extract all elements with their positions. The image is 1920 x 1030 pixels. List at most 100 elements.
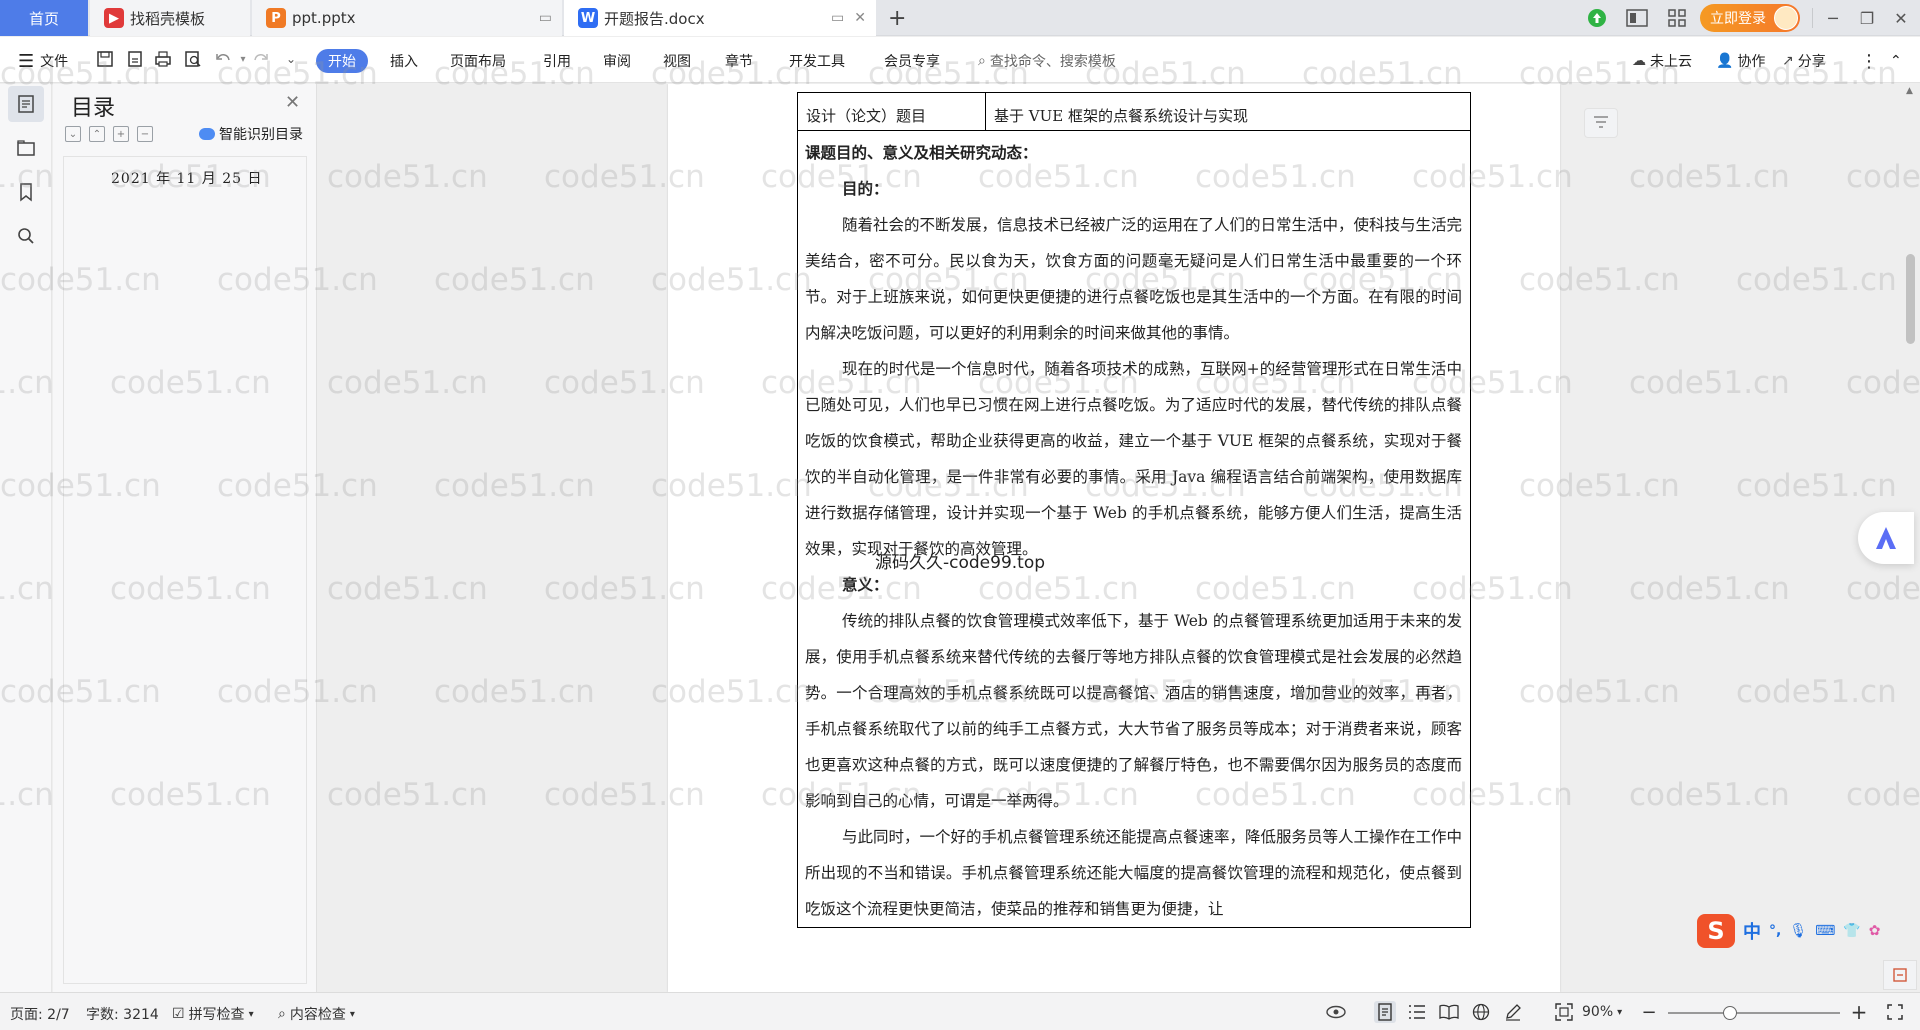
content-check-label: 内容检查 [289, 1007, 346, 1023]
redo-icon[interactable] [250, 48, 272, 70]
document-page[interactable]: 设计（论文）题目 基于 VUE 框架的点餐系统设计与实现 课题目的、意义及相关研… [668, 84, 1560, 992]
print-icon[interactable] [152, 48, 174, 70]
ime-punct[interactable]: °, [1769, 923, 1781, 939]
keyboard-icon[interactable]: ⌨ [1815, 923, 1835, 939]
menu-review[interactable]: 审阅 [603, 49, 631, 73]
page-indicator[interactable]: 页面: 2/7 [10, 1004, 70, 1024]
tab-monitor-icon[interactable]: ▭ [539, 10, 552, 26]
word-count-label: 字数: 3214 [86, 1007, 159, 1023]
page-view-icon[interactable] [1374, 1001, 1396, 1023]
smart-toc-button[interactable]: 智能识别目录 [199, 124, 303, 144]
scroll-thumb[interactable] [1906, 254, 1915, 344]
avatar [1774, 6, 1798, 30]
toc-remove-icon[interactable]: − [137, 126, 153, 142]
word-count[interactable]: 字数: 3214 [86, 1004, 159, 1024]
fit-page-icon[interactable] [1553, 1001, 1575, 1023]
purpose-paragraph: 随着社会的不断发展，信息技术已经被广泛的运用在了人们的日常生活中，使科技与生活完… [805, 216, 1463, 342]
title-label-cell: 设计（论文）题目 [798, 93, 986, 130]
collapse-ribbon-icon[interactable]: ⌃ [1890, 49, 1902, 73]
toc-close-icon[interactable]: ✕ [285, 92, 300, 113]
toc-collapse-icon[interactable]: ⌄ [65, 126, 81, 142]
chapter-nav-icon[interactable] [8, 130, 44, 166]
sogou-icon[interactable]: S [1697, 914, 1735, 948]
quick-access-more-icon[interactable]: ⌄ [280, 48, 302, 70]
menu-label: 插入 [390, 54, 418, 70]
ime-apps-icon[interactable]: ✿ [1869, 923, 1881, 939]
fullscreen-icon[interactable] [1884, 1001, 1906, 1023]
tab-report-docx[interactable]: W 开题报告.docx ▭ ✕ [564, 0, 876, 36]
restore-icon[interactable]: ❐ [1848, 0, 1886, 36]
print-preview-icon[interactable] [182, 48, 204, 70]
menu-start[interactable]: 开始 [316, 49, 368, 73]
menu-references[interactable]: 引用 [543, 49, 571, 73]
tab-docer-templates[interactable]: ▶ 找稻壳模板 [90, 0, 250, 36]
zoom-slider-thumb[interactable] [1722, 1006, 1737, 1020]
title-row: 设计（论文）题目 基于 VUE 框架的点餐系统设计与实现 [798, 93, 1470, 131]
command-search-placeholder: 查找命令、搜索模板 [989, 54, 1116, 70]
apps-grid-icon[interactable] [1658, 0, 1696, 36]
spell-label: 拼写检查 [188, 1007, 245, 1023]
collab-label: 协作 [1737, 54, 1766, 70]
menu-member[interactable]: 会员专享 [884, 49, 940, 73]
share-button[interactable]: ↗ 分享 [1782, 49, 1826, 73]
zoom-in-icon[interactable]: + [1848, 1000, 1870, 1024]
section-heading: 课题目的、意义及相关研究动态： [805, 143, 1038, 162]
toc-title: 目录 [71, 96, 116, 121]
zoom-dropdown[interactable]: 90% ▾ [1582, 1004, 1622, 1020]
tab-close-icon[interactable]: ✕ [854, 10, 866, 26]
export-pdf-icon[interactable] [124, 48, 146, 70]
undo-icon[interactable] [212, 48, 234, 70]
microphone-icon[interactable]: 🎙 [1789, 923, 1807, 939]
toc-panel-icon[interactable] [8, 86, 44, 122]
toc-item[interactable]: 2021 年 11 月 25 日 [111, 168, 263, 188]
scroll-up-icon[interactable]: ▲ [1906, 86, 1913, 96]
find-icon[interactable] [8, 218, 44, 254]
spell-check-button[interactable]: ☑ 拼写检查 ▾ [172, 1004, 254, 1024]
window-layout-icon[interactable] [1618, 0, 1656, 36]
filter-icon[interactable] [1584, 108, 1618, 138]
menu-insert[interactable]: 插入 [390, 49, 418, 73]
tab-ppt[interactable]: P ppt.pptx ▭ [252, 0, 562, 36]
new-tab-button[interactable]: + [888, 0, 912, 36]
toc-add-icon[interactable]: + [113, 126, 129, 142]
share-label: 分享 [1797, 54, 1826, 70]
ai-assistant-icon[interactable] [1858, 512, 1914, 564]
navigation-rail [0, 84, 52, 992]
login-button[interactable]: 立即登录 [1700, 4, 1800, 32]
menu-view[interactable]: 视图 [663, 49, 691, 73]
eye-protection-icon[interactable] [1325, 1001, 1347, 1023]
bookmark-icon[interactable] [8, 174, 44, 210]
reading-view-icon[interactable] [1438, 1001, 1460, 1023]
hamburger-icon: ☰ [18, 50, 35, 72]
pen-mode-icon[interactable] [1502, 1001, 1524, 1023]
skin-icon[interactable]: 👕 [1843, 923, 1860, 939]
feedback-icon[interactable] [1883, 960, 1917, 990]
tab-monitor-icon[interactable]: ▭ [831, 10, 844, 26]
menu-page-layout[interactable]: 页面布局 [450, 49, 506, 73]
outline-view-icon[interactable] [1406, 1001, 1428, 1023]
zoom-label: 90% [1582, 1004, 1614, 1020]
tab-home[interactable]: 首页 [0, 0, 88, 36]
close-icon[interactable]: ✕ [1882, 0, 1920, 36]
chevron-down-icon: ▾ [1617, 1006, 1623, 1018]
zoom-slider[interactable] [1668, 1006, 1840, 1020]
cloud-status-button[interactable]: ☁ 未上云 [1632, 49, 1692, 73]
web-view-icon[interactable] [1470, 1001, 1492, 1023]
toc-expand-icon[interactable]: ⌃ [89, 126, 105, 142]
login-label: 立即登录 [1710, 11, 1766, 27]
update-icon[interactable] [1578, 0, 1616, 36]
user-icon: 👤 [1716, 53, 1734, 69]
minimize-icon[interactable]: ─ [1814, 0, 1852, 36]
zoom-out-icon[interactable]: − [1638, 1001, 1660, 1023]
file-menu[interactable]: ☰ 文件 [18, 49, 68, 73]
menu-label: 引用 [543, 54, 571, 70]
ime-lang[interactable]: 中 [1743, 918, 1761, 944]
more-options-icon[interactable]: ⋮ [1860, 49, 1878, 73]
command-search[interactable]: ⌕ 查找命令、搜索模板 [978, 49, 1116, 73]
save-icon[interactable] [94, 48, 116, 70]
menu-developer-tools[interactable]: 开发工具 [789, 49, 845, 73]
menu-chapter[interactable]: 章节 [725, 49, 753, 73]
content-check-button[interactable]: ⌕ 内容检查 ▾ [278, 1004, 355, 1024]
tab-bar: 首页 ▶ 找稻壳模板 P ppt.pptx ▭ W 开题报告.docx ▭ ✕ … [0, 0, 1920, 36]
collaborate-button[interactable]: 👤 协作 [1716, 49, 1765, 73]
